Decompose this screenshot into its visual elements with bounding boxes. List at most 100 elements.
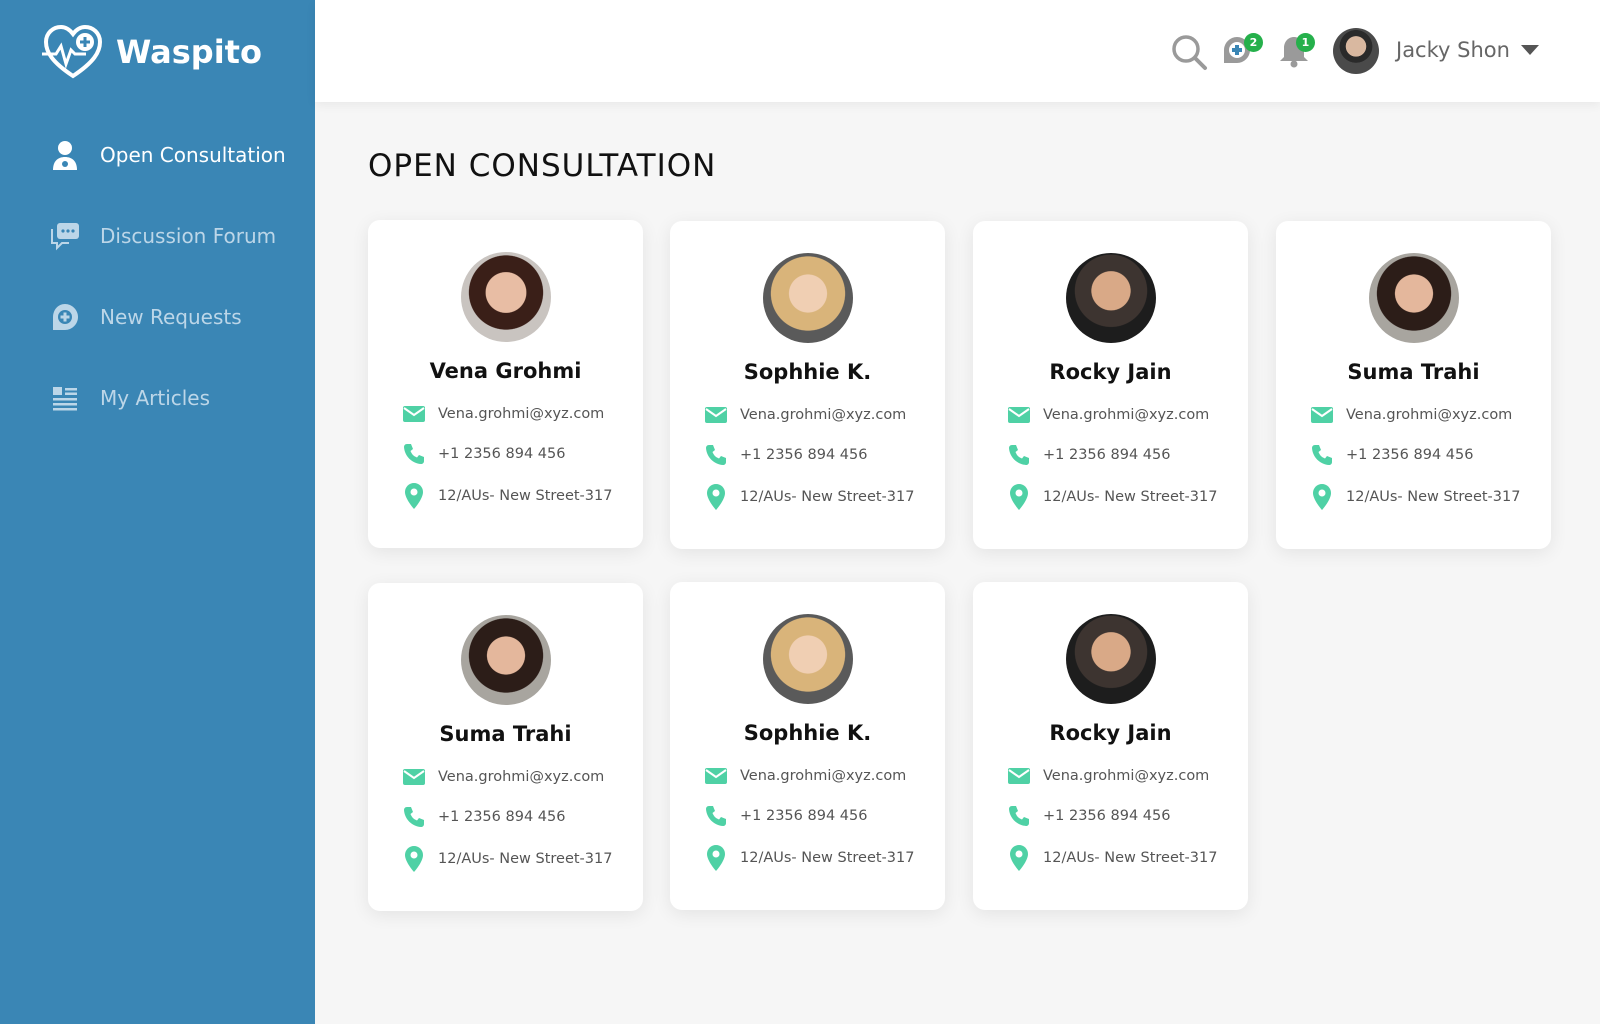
envelope-icon — [1007, 403, 1031, 427]
address-text: 12/AUs- New Street-317 — [1043, 850, 1218, 866]
phone-icon — [704, 443, 728, 467]
user-avatar[interactable] — [1333, 28, 1379, 74]
address-text: 12/AUs- New Street-317 — [1043, 489, 1218, 505]
phone-icon — [1310, 443, 1334, 467]
phone-text: +1 2356 894 456 — [1043, 447, 1171, 463]
sidebar-item-label: New Requests — [100, 305, 242, 329]
chat-icon — [48, 219, 82, 253]
phone-icon — [402, 442, 426, 466]
location-pin-icon — [704, 845, 728, 871]
sidebar-item-my-articles[interactable]: My Articles — [0, 373, 315, 423]
doctor-name: Suma Trahi — [1347, 360, 1480, 384]
address-text: 12/AUs- New Street-317 — [740, 850, 915, 866]
requests-badge: 2 — [1244, 33, 1263, 52]
doctor-name: Rocky Jain — [1049, 360, 1172, 384]
envelope-icon — [402, 402, 426, 426]
location-pin-icon — [402, 483, 426, 509]
phone-text: +1 2356 894 456 — [740, 447, 868, 463]
avatar — [763, 614, 853, 704]
phone-icon — [402, 805, 426, 829]
sidebar-item-label: My Articles — [100, 386, 211, 410]
articles-icon — [48, 381, 82, 415]
page-title: OPEN CONSULTATION — [368, 148, 717, 184]
heart-logo-icon — [42, 24, 103, 79]
envelope-icon — [1310, 403, 1334, 427]
phone-row: +1 2356 894 456 — [1007, 443, 1170, 467]
address-text: 12/AUs- New Street-317 — [438, 488, 613, 504]
phone-text: +1 2356 894 456 — [1346, 447, 1474, 463]
chevron-down-icon[interactable] — [1521, 45, 1539, 55]
doctor-name: Sophhie K. — [743, 721, 872, 745]
address-row: 12/AUs- New Street-317 — [402, 846, 613, 872]
email-row: Vena.grohmi@xyz.com — [1310, 403, 1512, 427]
phone-row: +1 2356 894 456 — [402, 442, 565, 466]
email-row: Vena.grohmi@xyz.com — [402, 765, 604, 789]
notifications-button[interactable]: 1 — [1277, 33, 1315, 71]
email-row: Vena.grohmi@xyz.com — [402, 402, 604, 426]
phone-icon — [1007, 804, 1031, 828]
email-text: Vena.grohmi@xyz.com — [438, 406, 605, 422]
email-row: Vena.grohmi@xyz.com — [704, 403, 906, 427]
email-text: Vena.grohmi@xyz.com — [740, 768, 907, 784]
phone-text: +1 2356 894 456 — [1043, 808, 1171, 824]
doctor-name: Suma Trahi — [439, 722, 572, 746]
brand[interactable]: Waspito — [42, 24, 262, 80]
address-text: 12/AUs- New Street-317 — [438, 851, 613, 867]
avatar — [1066, 614, 1156, 704]
avatar — [1066, 253, 1156, 343]
brand-name: Waspito — [116, 33, 262, 71]
envelope-icon — [704, 403, 728, 427]
consultation-card[interactable]: Rocky Jain Vena.grohmi@xyz.com +1 2356 8… — [973, 221, 1248, 549]
phone-text: +1 2356 894 456 — [438, 446, 566, 462]
phone-row: +1 2356 894 456 — [1310, 443, 1473, 467]
sidebar-item-discussion-forum[interactable]: Discussion Forum — [0, 211, 315, 261]
phone-icon — [704, 804, 728, 828]
address-row: 12/AUs- New Street-317 — [1007, 845, 1218, 871]
consultation-card[interactable]: Rocky Jain Vena.grohmi@xyz.com +1 2356 8… — [973, 582, 1248, 910]
address-text: 12/AUs- New Street-317 — [1346, 489, 1521, 505]
phone-row: +1 2356 894 456 — [1007, 804, 1170, 828]
doctor-icon — [48, 138, 82, 172]
sidebar: Waspito Open Consultation Discussion For… — [0, 0, 315, 1024]
search-icon[interactable] — [1170, 33, 1208, 71]
phone-text: +1 2356 894 456 — [740, 808, 868, 824]
doctor-name: Sophhie K. — [743, 360, 872, 384]
email-text: Vena.grohmi@xyz.com — [1043, 768, 1210, 784]
location-pin-icon — [1310, 484, 1334, 510]
address-row: 12/AUs- New Street-317 — [402, 483, 613, 509]
avatar — [461, 615, 551, 705]
medical-plus-icon — [48, 300, 82, 334]
envelope-icon — [704, 764, 728, 788]
sidebar-item-new-requests[interactable]: New Requests — [0, 292, 315, 342]
consultation-card[interactable]: Sophhie K. Vena.grohmi@xyz.com +1 2356 8… — [670, 582, 945, 910]
address-row: 12/AUs- New Street-317 — [704, 845, 915, 871]
location-pin-icon — [1007, 845, 1031, 871]
phone-text: +1 2356 894 456 — [438, 809, 566, 825]
user-name[interactable]: Jacky Shon — [1396, 38, 1510, 62]
phone-row: +1 2356 894 456 — [704, 804, 867, 828]
email-row: Vena.grohmi@xyz.com — [704, 764, 906, 788]
consultation-card[interactable]: Vena Grohmi Vena.grohmi@xyz.com +1 2356 … — [368, 220, 643, 548]
address-row: 12/AUs- New Street-317 — [1007, 484, 1218, 510]
avatar — [763, 253, 853, 343]
consultation-card[interactable]: Sophhie K. Vena.grohmi@xyz.com +1 2356 8… — [670, 221, 945, 549]
email-row: Vena.grohmi@xyz.com — [1007, 403, 1209, 427]
sidebar-item-open-consultation[interactable]: Open Consultation — [0, 130, 315, 180]
email-text: Vena.grohmi@xyz.com — [1043, 407, 1210, 423]
doctor-name: Vena Grohmi — [429, 359, 582, 383]
notifications-badge: 1 — [1296, 33, 1315, 52]
consultation-card[interactable]: Suma Trahi Vena.grohmi@xyz.com +1 2356 8… — [1276, 221, 1551, 549]
envelope-icon — [402, 765, 426, 789]
phone-row: +1 2356 894 456 — [704, 443, 867, 467]
consultation-card[interactable]: Suma Trahi Vena.grohmi@xyz.com +1 2356 8… — [368, 583, 643, 911]
requests-button[interactable]: 2 — [1220, 33, 1263, 71]
address-row: 12/AUs- New Street-317 — [704, 484, 915, 510]
top-bar: 2 1 Jacky Shon — [315, 0, 1600, 102]
sidebar-item-label: Discussion Forum — [100, 224, 277, 248]
phone-icon — [1007, 443, 1031, 467]
phone-row: +1 2356 894 456 — [402, 805, 565, 829]
envelope-icon — [1007, 764, 1031, 788]
location-pin-icon — [402, 846, 426, 872]
address-text: 12/AUs- New Street-317 — [740, 489, 915, 505]
doctor-name: Rocky Jain — [1049, 721, 1172, 745]
